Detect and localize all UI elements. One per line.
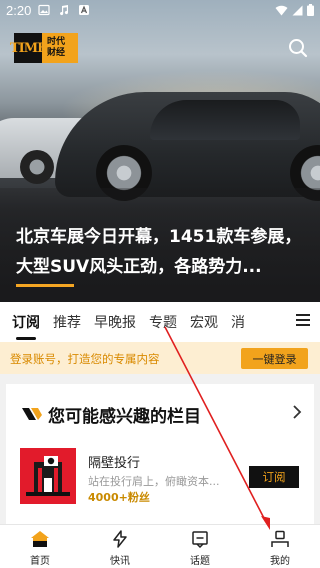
tab-morning-evening[interactable]: 早晚报 (94, 312, 136, 332)
tab-menu-icon[interactable] (296, 314, 310, 328)
column-description: 站在投行肩上，俯瞰资本... (88, 475, 220, 488)
status-bar: 2:20 (0, 0, 320, 22)
tab-subscribe[interactable]: 订阅 (12, 312, 40, 340)
column-name[interactable]: 隔壁投行 (88, 452, 140, 471)
login-banner: 登录账号，打造您的专属内容 一键登录 (0, 342, 320, 374)
tab-consumer[interactable]: 消 (231, 312, 245, 332)
chevron-right-icon[interactable] (292, 404, 302, 420)
a-badge-icon (79, 5, 89, 15)
nav-mine[interactable]: 我的 (240, 525, 320, 568)
hero-car-background-wheel (20, 150, 54, 184)
nav-flash-news[interactable]: 快讯 (80, 525, 160, 568)
status-right-group (275, 4, 314, 16)
lightning-icon (113, 530, 127, 548)
music-note-icon (60, 5, 69, 16)
tab-macro[interactable]: 宏观 (190, 312, 218, 332)
logo-text: 时代 财经 (47, 37, 66, 58)
hero-page-indicator (16, 284, 74, 287)
nav-home-label: 首页 (30, 556, 50, 567)
section-logo-icon (22, 408, 42, 420)
nav-topic[interactable]: 话题 (160, 525, 240, 568)
bottom-navigation: 首页 快讯 话题 我的 (0, 524, 320, 568)
tab-special[interactable]: 专题 (149, 312, 177, 332)
column-fans-count: 4000+粉丝 (88, 491, 150, 504)
status-time: 2:20 (6, 3, 32, 18)
search-icon[interactable] (288, 38, 308, 58)
nav-topic-label: 话题 (190, 556, 210, 567)
tab-recommend[interactable]: 推荐 (53, 312, 81, 332)
image-icon (38, 4, 50, 16)
logo-mark: TIME (10, 33, 47, 63)
recommended-columns-card: 您可能感兴趣的栏目 隔壁投行 站在投行肩上，俯瞰资本... 4000+粉丝 订阅 (6, 384, 314, 524)
nav-home[interactable]: 首页 (0, 525, 80, 568)
wifi-icon (275, 5, 288, 15)
signal-icon (292, 5, 303, 15)
section-title: 您可能感兴趣的栏目 (48, 407, 201, 427)
one-click-login-button[interactable]: 一键登录 (241, 348, 308, 369)
user-icon (271, 530, 289, 547)
battery-icon (307, 4, 314, 16)
hero-headline[interactable]: 北京车展今日开幕，1451款车参展，大型SUV风头正劲，各路势力... (16, 222, 306, 282)
home-icon (31, 531, 49, 547)
hero-car-window (150, 100, 300, 140)
nav-flash-label: 快讯 (110, 556, 130, 567)
nav-mine-label: 我的 (270, 556, 290, 567)
column-cover-image[interactable] (20, 448, 76, 504)
app-logo[interactable]: TIME 时代 财经 (10, 33, 78, 63)
login-prompt: 登录账号，打造您的专属内容 (10, 352, 160, 366)
topic-icon (192, 531, 208, 548)
column-cover-art (20, 448, 76, 504)
subscribe-button[interactable]: 订阅 (249, 466, 299, 488)
channel-tabs: 订阅 推荐 早晚报 专题 宏观 消 (0, 302, 320, 342)
